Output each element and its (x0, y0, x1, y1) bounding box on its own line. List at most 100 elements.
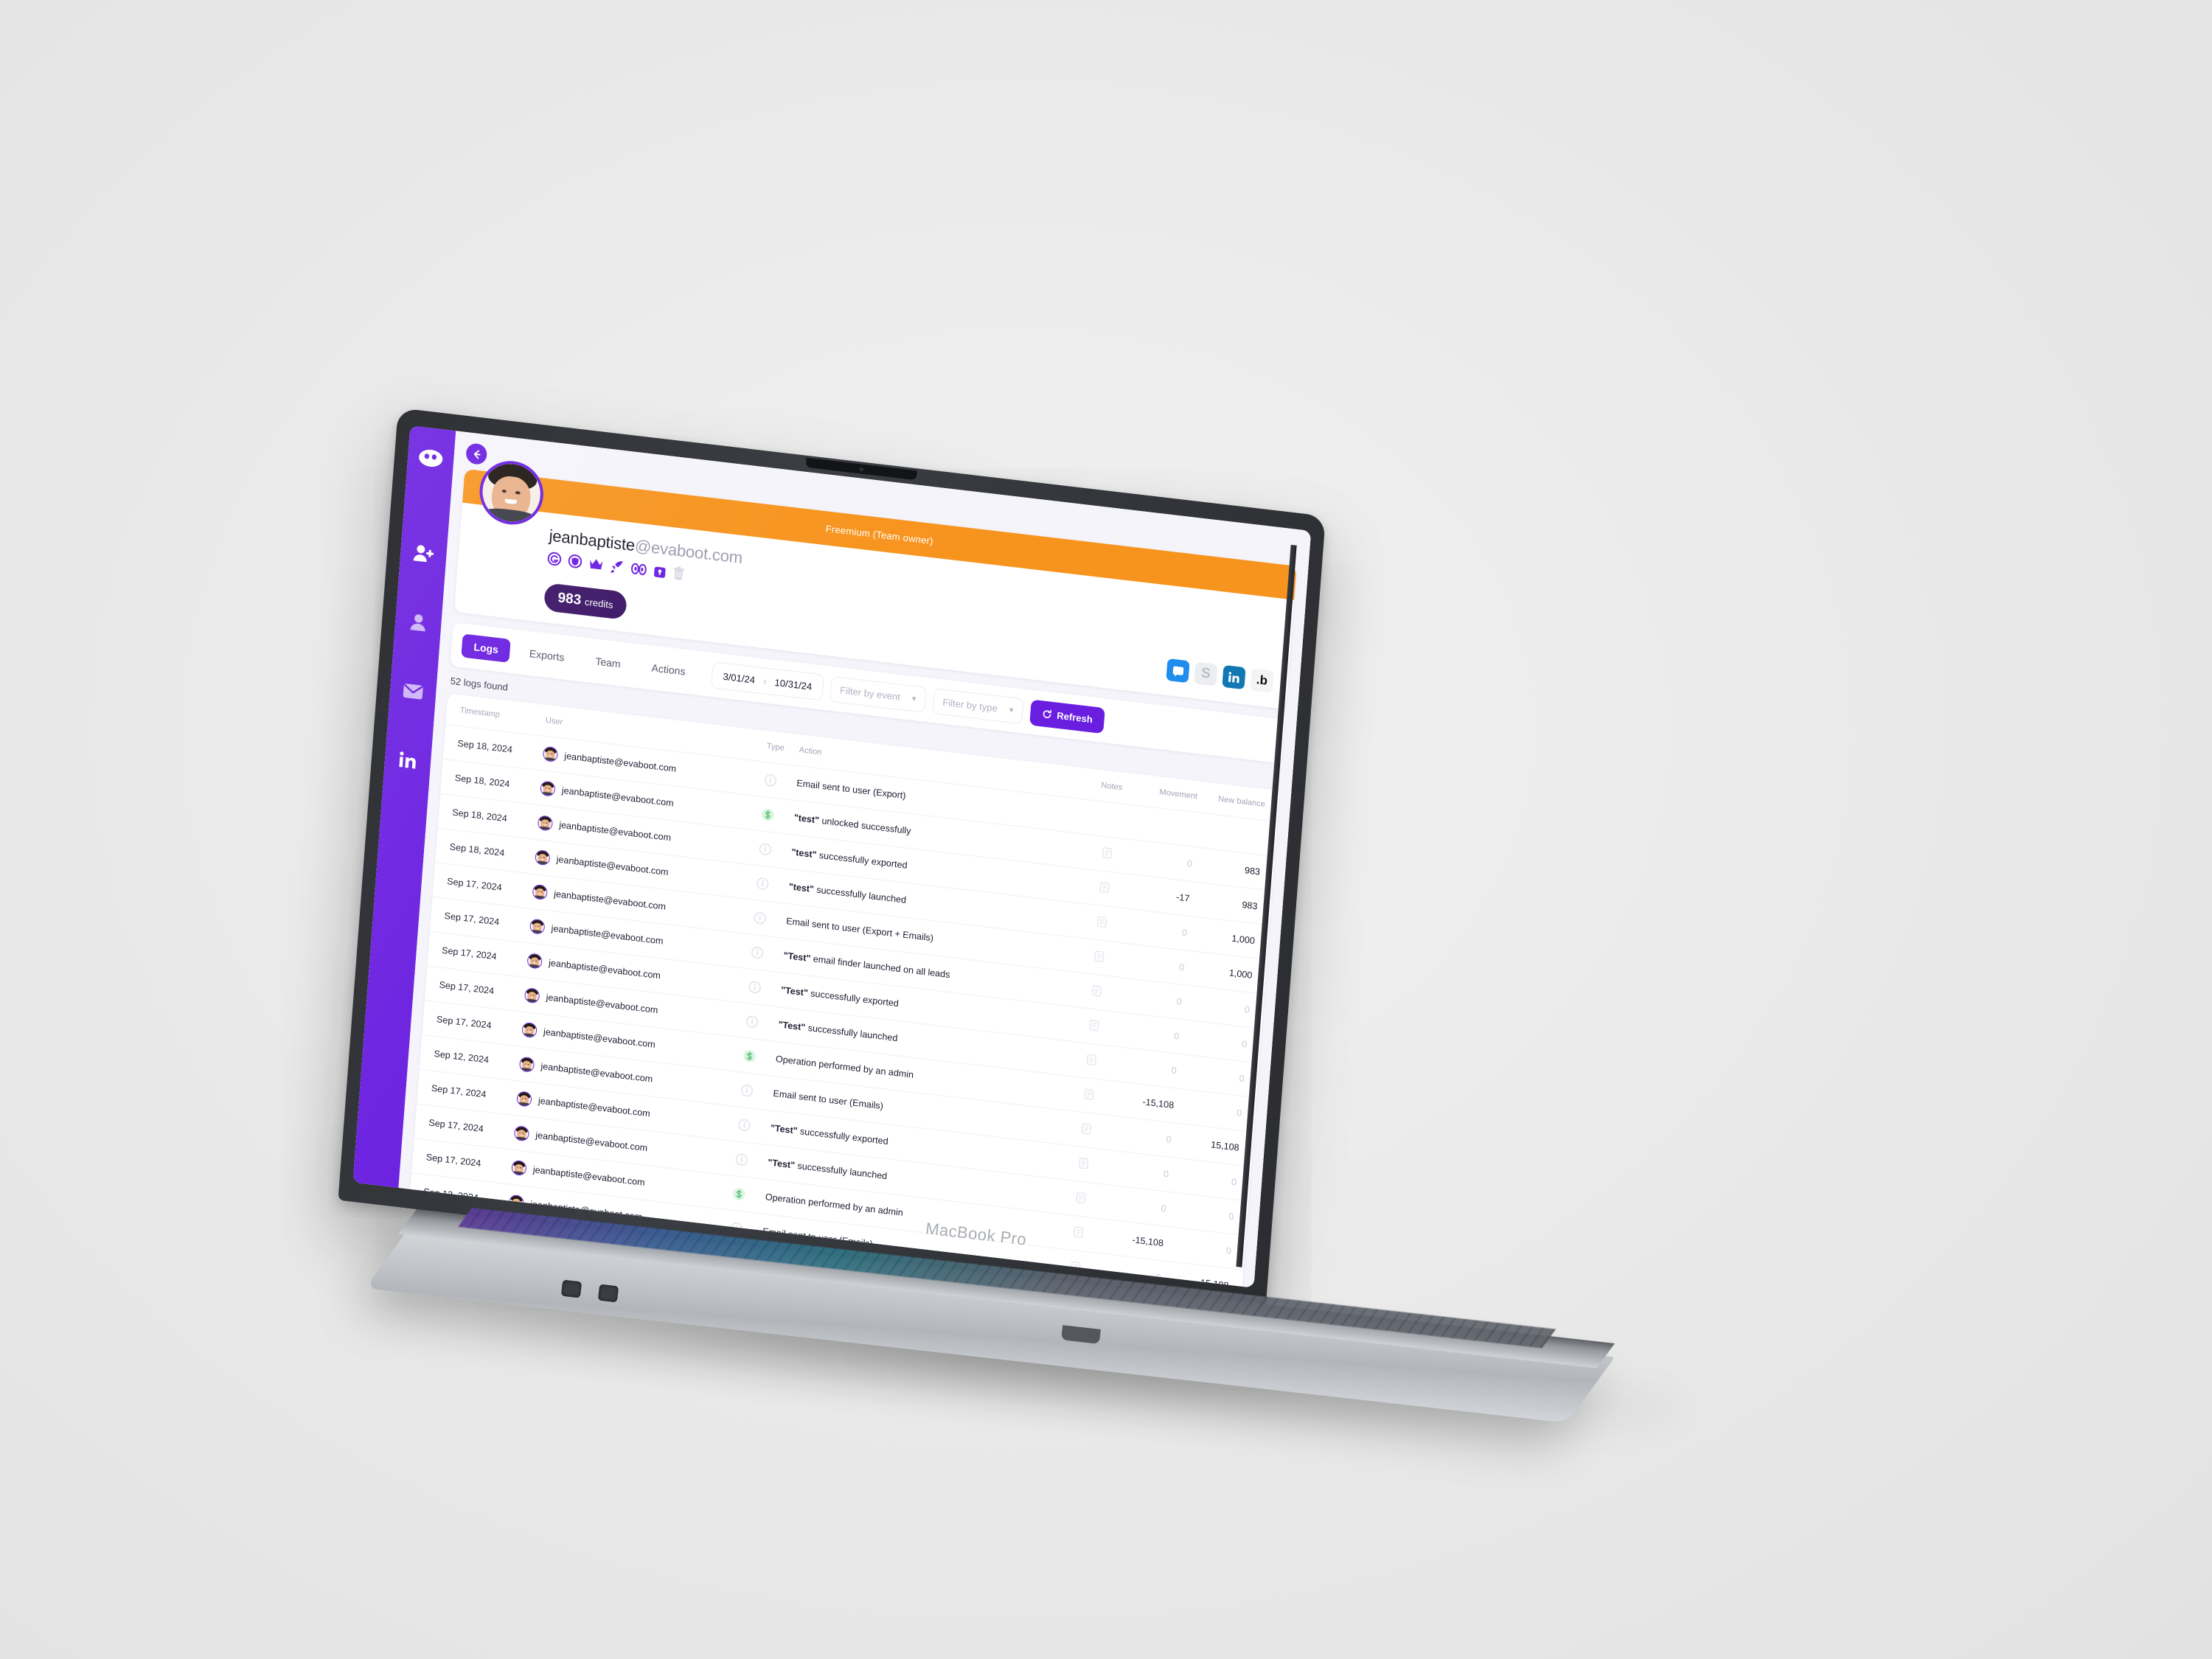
cell-movement: 0 (1160, 1203, 1166, 1214)
cell-new-balance: 1,000 (1228, 967, 1253, 981)
filter-by-event-placeholder: Filter by event (839, 684, 901, 703)
cell-user-email: jeanbaptiste@evaboot.com (546, 992, 658, 1016)
sidebar-item-add-user[interactable] (408, 538, 439, 569)
g-circle-icon[interactable] (547, 551, 562, 566)
row-avatar (511, 1159, 527, 1177)
evaboot-admin-app: Freemium (Team owner) jeanbaptiste@evabo… (352, 425, 1312, 1288)
linkedin-icon[interactable] (1222, 664, 1246, 690)
cell-type (764, 773, 797, 789)
info-icon (740, 1084, 754, 1096)
cell-new-balance: 15,108 (1200, 1277, 1229, 1287)
cell-user-email: jeanbaptiste@evaboot.com (558, 819, 672, 844)
cell-timestamp: Sep 18, 2024 (449, 841, 505, 859)
row-avatar (526, 953, 543, 970)
screen-inner: Freemium (Team owner) jeanbaptiste@evabo… (352, 425, 1312, 1288)
sidebar-item-user[interactable] (403, 607, 434, 638)
cell-movement: -15,108 (1142, 1096, 1175, 1111)
cell-notes[interactable] (1080, 879, 1128, 897)
col-new-balance: New balance (1217, 794, 1266, 810)
info-icon (746, 1015, 759, 1028)
table-body: Sep 18, 2024 jeanbaptiste@evaboot.com Emai… (410, 724, 1278, 1287)
row-avatar (535, 849, 551, 866)
sidebar-item-mail[interactable] (398, 676, 428, 707)
cell-user-email: jeanbaptiste@evaboot.com (561, 785, 675, 809)
info-icon (751, 946, 764, 959)
cell-type (759, 842, 792, 858)
tab-team[interactable]: Team (582, 648, 633, 678)
usb-port-1 (560, 1279, 582, 1298)
cell-notes[interactable] (1070, 1017, 1118, 1035)
cell-notes[interactable] (1064, 1086, 1112, 1105)
filter-by-type-placeholder: Filter by type (942, 696, 998, 714)
cell-new-balance: 0 (1225, 1245, 1232, 1257)
filter-by-event-select[interactable]: Filter by event ▾ (829, 675, 927, 713)
info-icon (764, 773, 777, 786)
note-icon (1073, 1226, 1083, 1238)
cell-notes[interactable] (1059, 1155, 1107, 1173)
cell-notes[interactable] (1077, 914, 1125, 932)
rocket-icon[interactable] (610, 558, 625, 574)
cell-movement (1133, 822, 1194, 830)
credits-value: 983 (557, 590, 582, 608)
intercom-icon[interactable] (1166, 658, 1190, 684)
tab-actions[interactable]: Actions (639, 655, 698, 685)
cell-movement: 0 (1178, 961, 1185, 973)
eyes-icon[interactable] (630, 562, 647, 575)
refresh-label: Refresh (1056, 709, 1093, 725)
filter-by-type-select[interactable]: Filter by type ▾ (932, 687, 1024, 724)
scene: Freemium (Team owner) jeanbaptiste@evabo… (0, 0, 2212, 1659)
integration-links: S .b (1166, 658, 1274, 693)
tab-exports[interactable]: Exports (517, 640, 577, 670)
cell-notes[interactable] (1075, 948, 1123, 967)
cell-user-email: jeanbaptiste@evaboot.com (548, 957, 661, 981)
cell-new-balance: 983 (1241, 900, 1258, 912)
col-type: Type (766, 742, 785, 753)
cell-notes[interactable] (1085, 817, 1133, 822)
cell-notes[interactable] (1062, 1121, 1110, 1139)
lock-icon[interactable] (653, 563, 667, 579)
sidebar-item-linkedin[interactable] (393, 745, 423, 776)
cell-type (745, 1015, 779, 1031)
stripe-icon[interactable]: S (1194, 661, 1218, 686)
date-from: 3/01/24 (723, 670, 756, 686)
shield-circle-icon[interactable] (568, 554, 582, 569)
note-icon (1078, 1158, 1088, 1169)
macbook-pro-mockup: Freemium (Team owner) jeanbaptiste@evabo… (0, 0, 2212, 1659)
brevo-icon[interactable]: .b (1250, 668, 1274, 693)
cell-notes[interactable] (1072, 983, 1120, 1001)
row-avatar (518, 1056, 535, 1073)
cell-notes[interactable] (1067, 1051, 1115, 1070)
row-avatar (542, 745, 559, 762)
cell-new-balance: 0 (1228, 1211, 1234, 1222)
note-icon (1099, 882, 1109, 894)
credit-icon (733, 1187, 745, 1200)
cell-new-balance: 0 (1236, 1107, 1242, 1119)
cell-type (754, 911, 787, 927)
tab-logs[interactable]: Logs (461, 633, 512, 663)
row-avatar (537, 815, 554, 832)
cell-timestamp: Sep 17, 2024 (446, 876, 503, 893)
cell-notes[interactable] (1057, 1189, 1105, 1208)
refresh-button[interactable]: Refresh (1029, 699, 1106, 734)
cell-new-balance: 0 (1231, 1176, 1237, 1188)
trash-icon[interactable] (672, 566, 685, 581)
credit-icon (762, 808, 774, 821)
date-to: 10/31/24 (774, 676, 813, 692)
cell-timestamp: Sep 17, 2024 (439, 979, 495, 997)
cell-movement: 0 (1181, 927, 1188, 939)
date-range-picker[interactable]: 3/01/24 › 10/31/24 (711, 661, 824, 701)
chevron-down-icon: ▾ (1009, 705, 1014, 715)
info-icon (730, 1222, 742, 1234)
cell-timestamp: Sep 17, 2024 (425, 1152, 481, 1169)
cell-notes[interactable] (1054, 1224, 1102, 1242)
cell-movement: 0 (1176, 996, 1183, 1007)
row-avatar (508, 1194, 525, 1211)
cell-notes[interactable] (1082, 845, 1130, 863)
eva-logo-icon[interactable] (416, 442, 446, 473)
cell-type (737, 1118, 771, 1134)
cell-movement: 0 (1171, 1065, 1178, 1077)
note-icon (1076, 1192, 1086, 1204)
crown-icon[interactable] (588, 556, 604, 571)
chevron-right-icon: › (762, 675, 768, 687)
app-viewport: Freemium (Team owner) jeanbaptiste@evabo… (352, 425, 1312, 1288)
